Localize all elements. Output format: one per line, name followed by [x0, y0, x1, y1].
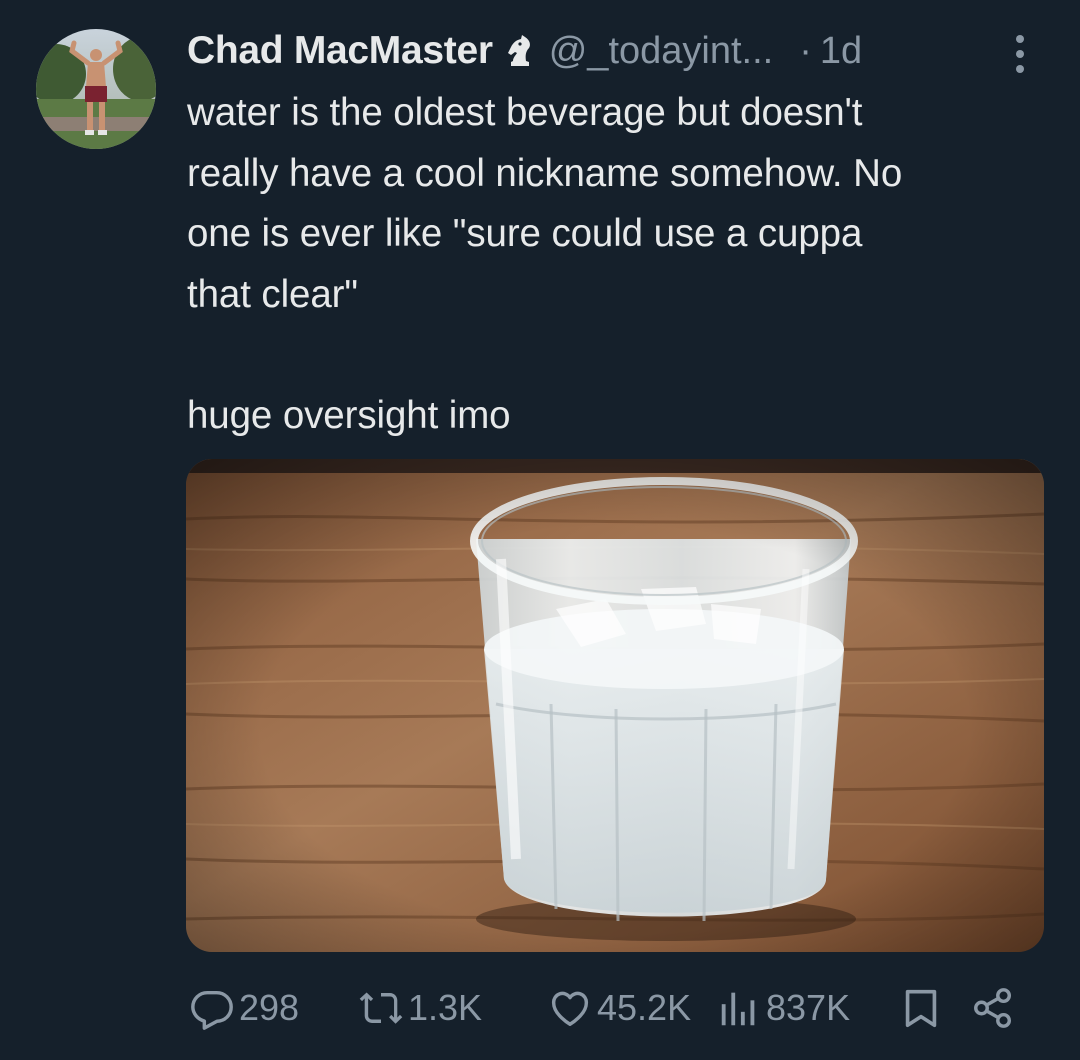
- reply-count: 298: [239, 987, 300, 1028]
- author-display-name[interactable]: Chad MacMaster: [187, 29, 493, 73]
- horse-chess-knight-icon: [505, 34, 535, 68]
- share-button[interactable]: [970, 978, 1016, 1038]
- reply-button[interactable]: 298: [189, 978, 299, 1038]
- bookmark-button[interactable]: [898, 978, 944, 1038]
- views-button[interactable]: 837K: [716, 978, 850, 1038]
- like-count: 45.2K: [597, 987, 692, 1028]
- post-actions-bar: 298 1.3K 45.2K 837K: [0, 978, 1080, 1038]
- repost-count: 1.3K: [408, 987, 483, 1028]
- timestamp[interactable]: 1d: [820, 30, 862, 73]
- water-glass-photo: [186, 459, 1044, 952]
- author-handle[interactable]: @_todayint...: [549, 30, 773, 73]
- analytics-bars-icon: [716, 985, 762, 1031]
- avatar[interactable]: [36, 29, 156, 149]
- avatar-photo: [36, 29, 156, 149]
- repost-icon: [358, 985, 404, 1031]
- post-media-photo[interactable]: [186, 459, 1044, 952]
- reply-icon: [189, 985, 235, 1031]
- separator-dot: ·: [799, 29, 812, 72]
- more-options-icon[interactable]: [1008, 32, 1032, 76]
- repost-button[interactable]: 1.3K: [358, 978, 482, 1038]
- share-icon: [970, 985, 1016, 1031]
- post-header: Chad MacMaster @_todayint... · 1d: [187, 22, 1037, 80]
- like-button[interactable]: 45.2K: [547, 978, 691, 1038]
- heart-icon: [547, 985, 593, 1031]
- bookmark-icon: [898, 985, 944, 1031]
- post-text: water is the oldest beverage but doesn't…: [187, 91, 903, 437]
- view-count: 837K: [766, 987, 851, 1028]
